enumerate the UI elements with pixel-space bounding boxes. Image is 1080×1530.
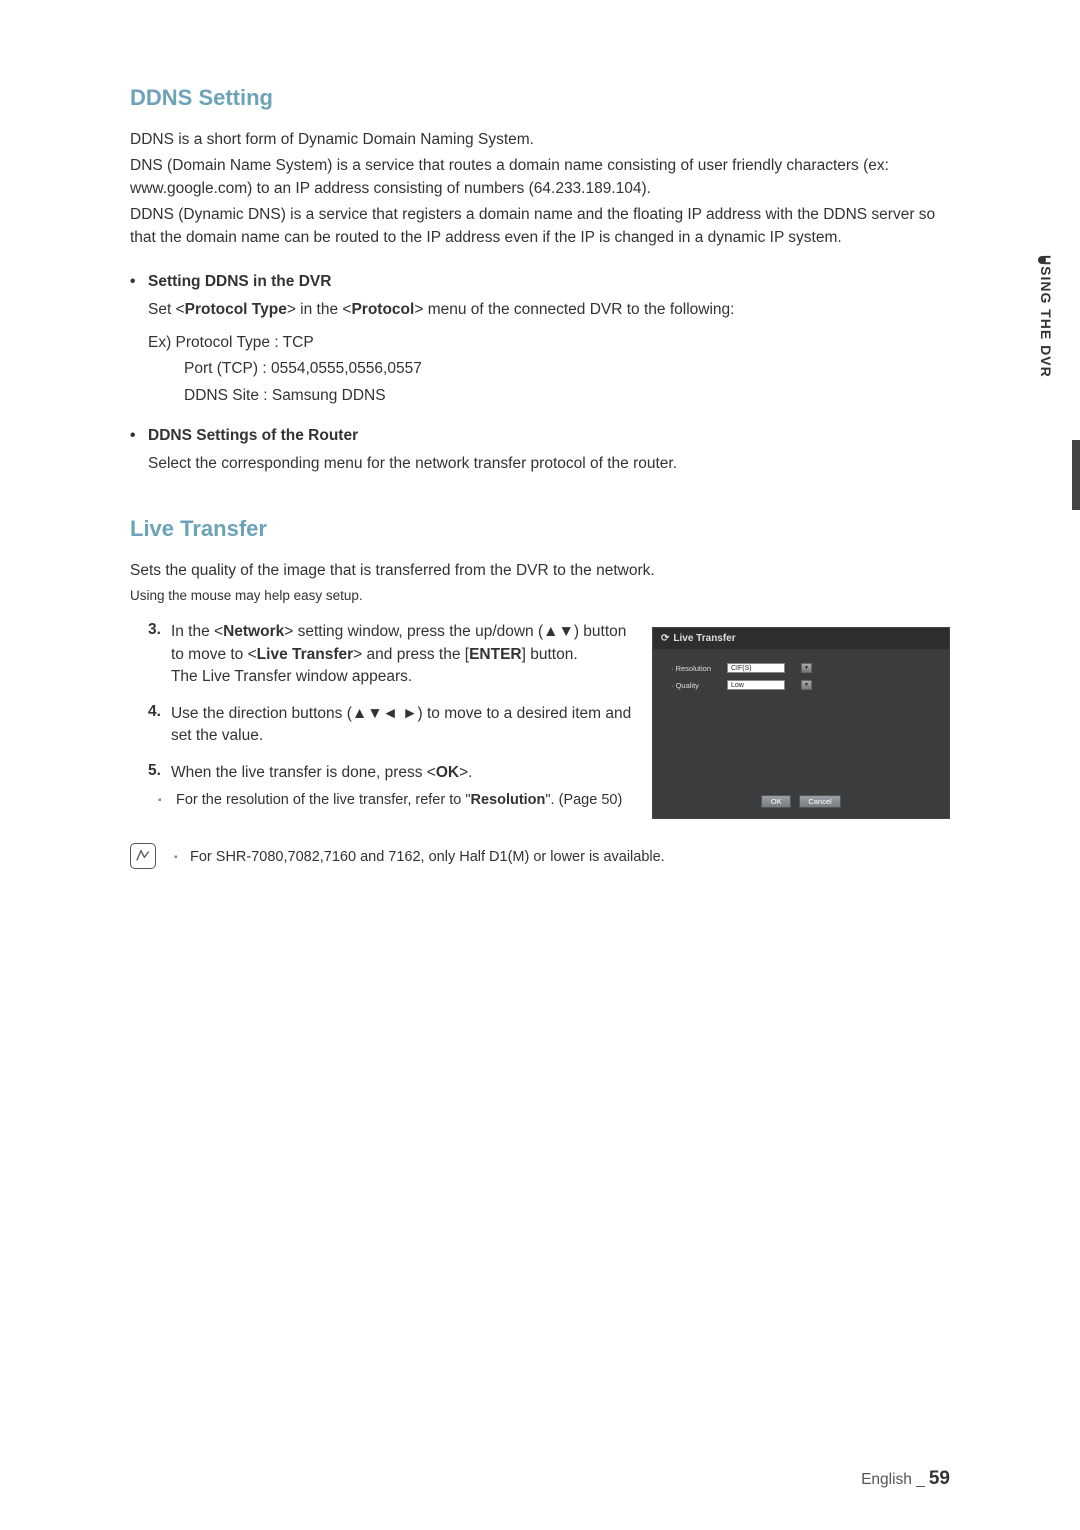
- side-tab-bar: [1072, 440, 1080, 510]
- ddns-sub2-text: Select the corresponding menu for the ne…: [148, 453, 950, 475]
- refresh-icon: ⟳: [661, 633, 669, 644]
- ddns-intro-3: DDNS (Dynamic DNS) is a service that reg…: [130, 204, 950, 249]
- live-subtitle: Using the mouse may help easy setup.: [130, 588, 950, 603]
- resolution-dropdown[interactable]: CIF(S): [727, 663, 785, 673]
- step-5-content: When the live transfer is done, press <O…: [171, 762, 473, 784]
- ex-line-2: Port (TCP) : 0554,0555,0556,0557: [148, 358, 950, 380]
- resolution-label: · Resolution: [671, 664, 719, 673]
- chevron-down-icon[interactable]: ▼: [801, 680, 812, 690]
- step-5-num: 5.: [148, 762, 161, 784]
- quality-dropdown[interactable]: Low: [727, 680, 785, 690]
- step-3-num: 3.: [148, 621, 161, 688]
- live-heading: Live Transfer: [130, 516, 950, 542]
- note-text: For SHR-7080,7082,7160 and 7162, only Ha…: [174, 843, 665, 867]
- chevron-down-icon[interactable]: ▼: [801, 663, 812, 673]
- ex-line-1: Ex) Protocol Type : TCP: [148, 332, 950, 354]
- page-footer: English _59: [861, 1468, 950, 1490]
- ddns-intro-2: DNS (Domain Name System) is a service th…: [130, 155, 950, 200]
- side-label: USING THE DVR: [1038, 255, 1054, 378]
- ddns-sub1-text: Set <Protocol Type> in the <Protocol> me…: [148, 299, 950, 321]
- resolution-note: For the resolution of the live transfer,…: [130, 790, 632, 810]
- dialog-header: ⟳ Live Transfer: [653, 628, 949, 649]
- live-transfer-dialog: ⟳ Live Transfer · Resolution CIF(S) ▼ · …: [652, 627, 950, 819]
- live-intro: Sets the quality of the image that is tr…: [130, 560, 950, 582]
- note-icon: [130, 843, 156, 869]
- ddns-heading: DDNS Setting: [130, 85, 950, 111]
- ok-button[interactable]: OK: [761, 795, 791, 808]
- cancel-button[interactable]: Cancel: [799, 795, 840, 808]
- step-4-num: 4.: [148, 703, 161, 748]
- ex-line-3: DDNS Site : Samsung DDNS: [148, 385, 950, 407]
- ddns-sub1-heading: Setting DDNS in the DVR: [130, 273, 950, 291]
- ddns-intro-1: DDNS is a short form of Dynamic Domain N…: [130, 129, 950, 151]
- ddns-sub2-heading: DDNS Settings of the Router: [130, 427, 950, 445]
- step-3-content: In the <Network> setting window, press t…: [171, 621, 632, 688]
- quality-label: · Quality: [671, 681, 719, 690]
- step-4-content: Use the direction buttons (▲▼◄ ►) to mov…: [171, 703, 632, 748]
